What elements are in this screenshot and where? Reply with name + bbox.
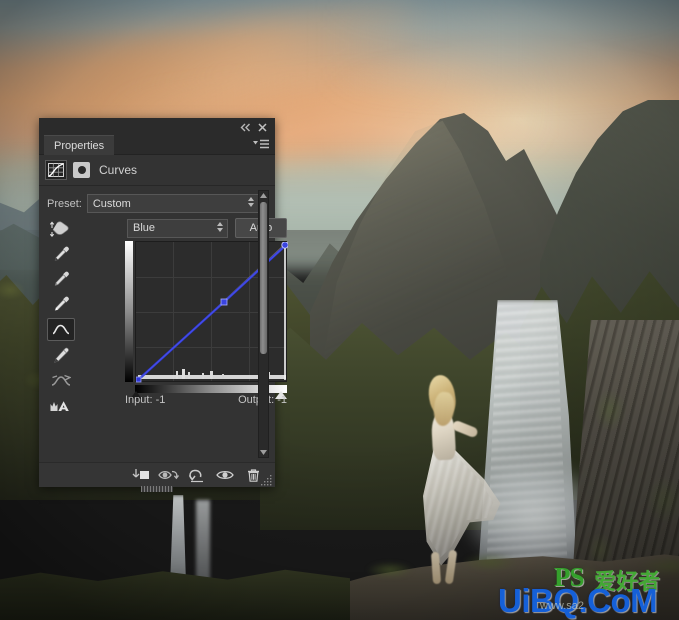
collapse-panel-icon[interactable] bbox=[239, 121, 252, 133]
cloud-band-3 bbox=[330, 10, 679, 80]
panel-vertical-scrollbar[interactable] bbox=[258, 190, 269, 458]
panel-footer bbox=[39, 462, 275, 492]
eyedropper-gray-point-icon[interactable] bbox=[48, 268, 74, 289]
input-readout: Input: -1 bbox=[125, 394, 165, 406]
watermark: PS 爱好者 UiBQ.CoM www.sa2 bbox=[498, 562, 679, 620]
eyedropper-black-point-icon[interactable] bbox=[48, 243, 74, 264]
properties-panel: Properties Curves Preset: Custom Blue In… bbox=[39, 118, 288, 492]
watermark-subtext: www.sa2 bbox=[540, 600, 585, 612]
preset-select[interactable]: Custom bbox=[86, 194, 259, 213]
chevron-updown-icon bbox=[217, 221, 223, 232]
output-gradient-strip bbox=[125, 241, 133, 382]
panel-menu-icon[interactable] bbox=[253, 139, 269, 150]
panel-titlebar bbox=[39, 118, 275, 135]
close-icon[interactable] bbox=[256, 121, 269, 133]
scrollbar-thumb[interactable] bbox=[260, 202, 267, 354]
toggle-visibility-icon[interactable] bbox=[211, 463, 239, 487]
scroll-down-arrow-icon[interactable] bbox=[259, 448, 268, 457]
panel-tabstrip: Properties bbox=[39, 135, 275, 155]
solid-circle-icon[interactable] bbox=[73, 162, 90, 178]
channel-select[interactable]: Blue bbox=[127, 218, 228, 238]
footer-button-group bbox=[127, 463, 267, 487]
pencil-draw-curve-icon[interactable] bbox=[48, 345, 74, 366]
clip-to-layer-icon[interactable] bbox=[127, 463, 155, 487]
adjustment-title: Curves bbox=[99, 163, 138, 177]
curve-edit-points-icon[interactable] bbox=[47, 318, 75, 341]
eyedropper-white-point-icon[interactable] bbox=[48, 293, 74, 314]
tab-properties[interactable]: Properties bbox=[44, 135, 115, 155]
input-value: -1 bbox=[155, 394, 166, 406]
panel-body: Preset: Custom Blue Auto bbox=[39, 186, 288, 462]
reset-adjustment-icon[interactable] bbox=[183, 463, 211, 487]
preset-value: Custom bbox=[92, 197, 131, 210]
chevron-updown-icon bbox=[248, 197, 254, 207]
channel-value: Blue bbox=[133, 222, 156, 234]
output-value: -1 bbox=[277, 394, 287, 406]
curves-tool-rail bbox=[46, 218, 76, 416]
input-label: Input: bbox=[125, 394, 153, 406]
adjustment-header: Curves bbox=[39, 155, 275, 186]
on-image-adjust-icon[interactable] bbox=[48, 218, 74, 239]
panel-resize-grip[interactable] bbox=[261, 474, 273, 486]
preset-label: Preset: bbox=[47, 197, 82, 210]
smooth-curve-icon[interactable] bbox=[48, 370, 74, 391]
preset-row: Preset: Custom bbox=[47, 194, 259, 213]
panel-bottom-grip[interactable] bbox=[141, 486, 173, 492]
curves-grid-icon[interactable] bbox=[45, 160, 67, 180]
view-previous-state-icon[interactable] bbox=[155, 463, 183, 487]
tab-properties-label: Properties bbox=[54, 139, 105, 152]
scroll-up-arrow-icon[interactable] bbox=[259, 191, 268, 200]
clipping-warning-icon[interactable] bbox=[48, 395, 74, 416]
